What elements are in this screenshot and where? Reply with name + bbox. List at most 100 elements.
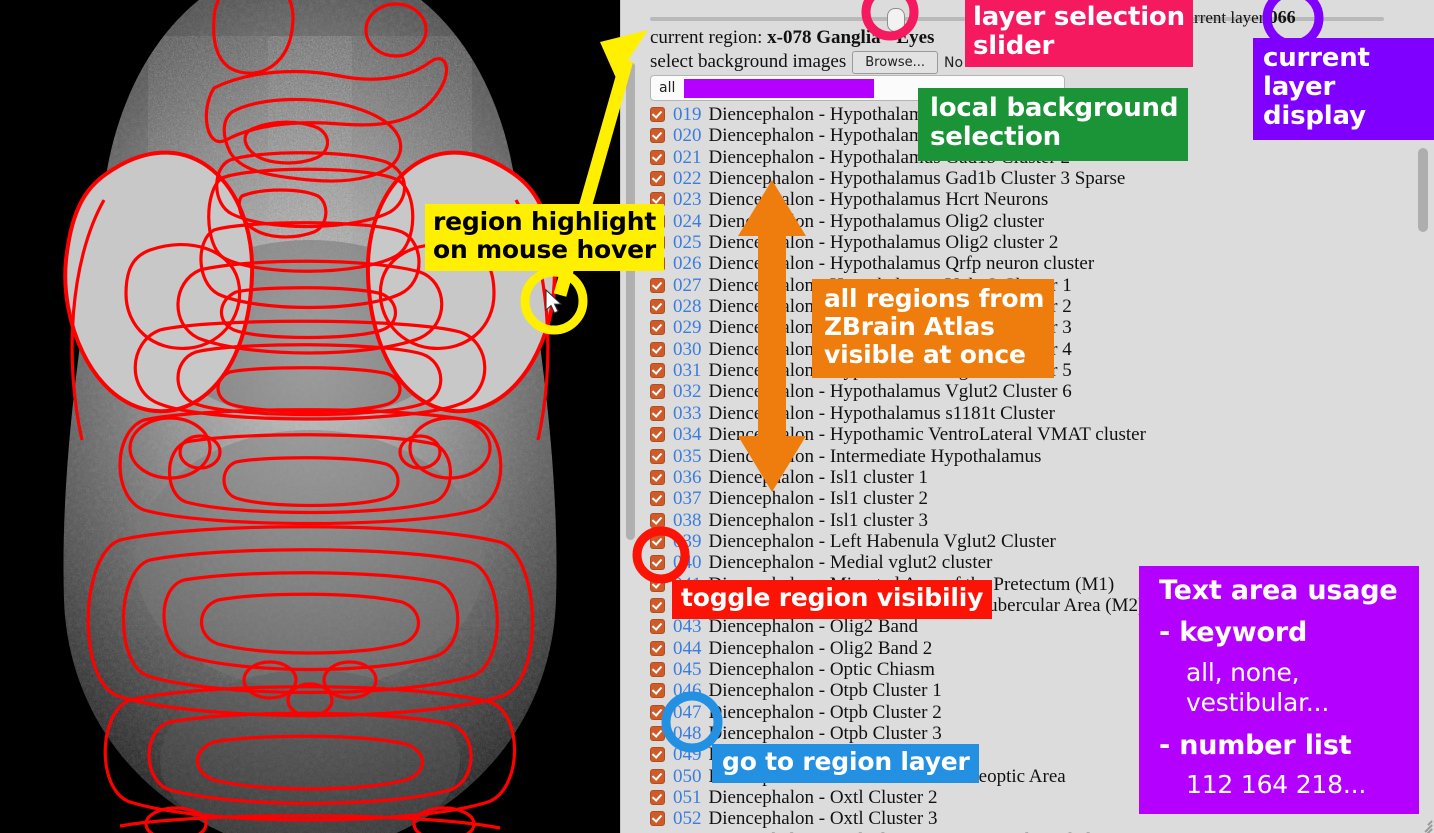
region-visibility-checkbox[interactable] bbox=[650, 512, 665, 528]
annotation-current-layer-line2: display bbox=[1263, 101, 1366, 132]
region-visibility-checkbox[interactable] bbox=[650, 491, 665, 507]
region-layer-link[interactable]: 040 bbox=[673, 552, 702, 573]
region-layer-link[interactable]: 028 bbox=[673, 296, 702, 317]
region-visibility-checkbox[interactable] bbox=[650, 107, 665, 122]
region-row[interactable]: 022 Diencephalon - Hypothalamus Gad1b Clu… bbox=[650, 168, 1410, 189]
region-visibility-checkbox[interactable] bbox=[650, 405, 665, 421]
region-visibility-checkbox[interactable] bbox=[650, 768, 665, 784]
region-row[interactable]: 035 Diencephalon - Intermediate Hypothala… bbox=[650, 446, 1410, 467]
region-visibility-checkbox[interactable] bbox=[650, 427, 665, 443]
region-visibility-checkbox[interactable] bbox=[650, 469, 665, 485]
region-name: Diencephalon - Intermediate Hypothalamus bbox=[708, 445, 1042, 467]
region-layer-link[interactable]: 052 bbox=[673, 808, 702, 829]
region-name: Diencephalon - Hypothalamus Vglut2 Clust… bbox=[708, 381, 1072, 403]
region-layer-link[interactable]: 047 bbox=[673, 702, 702, 723]
region-visibility-checkbox[interactable] bbox=[650, 363, 665, 379]
region-name: Diencephalon - Olig2 Band bbox=[708, 616, 918, 638]
region-layer-link[interactable]: 022 bbox=[673, 168, 702, 189]
region-layer-link[interactable]: 038 bbox=[673, 510, 702, 531]
region-layer-link[interactable]: 025 bbox=[673, 232, 702, 253]
annotation-textarea-usage: Text area usage - keyword all, none, ves… bbox=[1139, 566, 1419, 814]
region-layer-link[interactable]: 029 bbox=[673, 317, 702, 338]
region-row[interactable]: 026 Diencephalon - Hypothalamus Qrfp neur… bbox=[650, 253, 1410, 274]
region-visibility-checkbox[interactable] bbox=[650, 683, 665, 699]
resize-grip-icon[interactable] bbox=[1418, 817, 1433, 833]
region-visibility-checkbox[interactable] bbox=[650, 533, 665, 549]
region-visibility-checkbox[interactable] bbox=[650, 576, 665, 592]
region-row[interactable]: 033 Diencephalon - Hypothalamus s1181t Cl… bbox=[650, 403, 1410, 424]
region-layer-link[interactable]: 050 bbox=[673, 766, 702, 787]
image-panel-scrollbar-thumb[interactable] bbox=[626, 62, 635, 540]
region-layer-link[interactable]: 037 bbox=[673, 488, 702, 509]
region-row[interactable]: 024 Diencephalon - Hypothalamus Olig2 clu… bbox=[650, 211, 1410, 232]
region-row[interactable]: 037 Diencephalon - Isl1 cluster 2 bbox=[650, 488, 1410, 509]
annotation-all-regions-line2: ZBrain Atlas bbox=[824, 312, 995, 341]
region-layer-link[interactable]: 046 bbox=[673, 680, 702, 701]
region-name: Diencephalon - Medial vglut2 cluster bbox=[708, 552, 993, 574]
region-layer-link[interactable]: 045 bbox=[673, 659, 702, 680]
region-row[interactable]: 038 Diencephalon - Isl1 cluster 3 bbox=[650, 510, 1410, 531]
annotation-layer-slider: layer selection slider bbox=[965, 0, 1193, 68]
region-layer-link[interactable]: 048 bbox=[673, 723, 702, 744]
region-layer-link[interactable]: 032 bbox=[673, 381, 702, 402]
region-layer-link[interactable]: 030 bbox=[673, 339, 702, 360]
region-name: Diencephalon - Otpb Cluster 1 bbox=[708, 680, 942, 702]
region-layer-link[interactable]: 051 bbox=[673, 787, 702, 808]
region-visibility-checkbox[interactable] bbox=[650, 555, 665, 571]
keyword-input-selection bbox=[684, 79, 874, 98]
region-name: Diencephalon - Hypothalamus Olig2 cluste… bbox=[708, 232, 1059, 254]
region-visibility-checkbox[interactable] bbox=[650, 128, 665, 144]
region-row[interactable]: 023 Diencephalon - Hypothalamus Hcrt Neur… bbox=[650, 189, 1410, 210]
region-visibility-checkbox[interactable] bbox=[650, 619, 665, 635]
region-visibility-checkbox[interactable] bbox=[650, 811, 665, 827]
region-layer-link[interactable]: 026 bbox=[673, 253, 702, 274]
annotation-layer-slider-line2: slider bbox=[973, 31, 1055, 62]
region-layer-link[interactable]: 049 bbox=[673, 744, 702, 765]
region-layer-link[interactable]: 036 bbox=[673, 467, 702, 488]
region-visibility-checkbox[interactable] bbox=[650, 320, 665, 336]
region-row[interactable]: 034 Diencephalon - Hypothamic VentroLater… bbox=[650, 424, 1410, 445]
region-row[interactable]: 025 Diencephalon - Hypothalamus Olig2 clu… bbox=[650, 232, 1410, 253]
region-visibility-checkbox[interactable] bbox=[650, 149, 665, 165]
region-visibility-checkbox[interactable] bbox=[650, 725, 665, 741]
region-visibility-checkbox[interactable] bbox=[650, 341, 665, 357]
region-visibility-checkbox[interactable] bbox=[650, 448, 665, 464]
region-row[interactable]: 039 Diencephalon - Left Habenula Vglut2 C… bbox=[650, 531, 1410, 552]
current-region-label: current region: bbox=[650, 27, 763, 48]
region-layer-link[interactable]: 027 bbox=[673, 275, 702, 296]
annotation-local-background-line1: local background bbox=[930, 93, 1179, 123]
brain-atlas-image[interactable] bbox=[0, 0, 620, 833]
region-layer-link[interactable]: 023 bbox=[673, 189, 702, 210]
region-row[interactable]: 036 Diencephalon - Isl1 cluster 1 bbox=[650, 467, 1410, 488]
region-layer-link[interactable]: 035 bbox=[673, 446, 702, 467]
region-row[interactable]: 032 Diencephalon - Hypothalamus Vglut2 Cl… bbox=[650, 381, 1410, 402]
region-list-scrollbar-thumb[interactable] bbox=[1418, 148, 1428, 232]
browse-button[interactable]: Browse... bbox=[852, 51, 938, 75]
region-visibility-checkbox[interactable] bbox=[650, 747, 665, 763]
region-visibility-checkbox[interactable] bbox=[650, 597, 665, 613]
region-visibility-checkbox[interactable] bbox=[650, 704, 665, 720]
region-visibility-checkbox[interactable] bbox=[650, 277, 665, 293]
region-visibility-checkbox[interactable] bbox=[650, 790, 665, 805]
region-visibility-checkbox[interactable] bbox=[650, 384, 665, 400]
annotation-textarea-title: Text area usage bbox=[1159, 575, 1398, 606]
current-layer-readout: current layer 066 bbox=[1178, 7, 1296, 28]
region-visibility-checkbox[interactable] bbox=[650, 640, 665, 656]
brain-image-panel[interactable] bbox=[0, 0, 620, 833]
region-visibility-checkbox[interactable] bbox=[650, 299, 665, 315]
region-layer-link[interactable]: 044 bbox=[673, 638, 702, 659]
region-layer-link[interactable]: 039 bbox=[673, 531, 702, 552]
image-panel-scrollbar[interactable] bbox=[620, 0, 641, 833]
region-layer-link[interactable]: 020 bbox=[673, 125, 702, 146]
region-visibility-checkbox[interactable] bbox=[650, 661, 665, 677]
region-layer-link[interactable]: 034 bbox=[673, 424, 702, 445]
region-layer-link[interactable]: 019 bbox=[673, 104, 702, 125]
region-layer-link[interactable]: 021 bbox=[673, 147, 702, 168]
region-visibility-checkbox[interactable] bbox=[650, 171, 665, 187]
region-layer-link[interactable]: 024 bbox=[673, 211, 702, 232]
region-layer-link[interactable]: 043 bbox=[673, 616, 702, 637]
region-name: Diencephalon - Otpb Cluster 3 bbox=[708, 722, 942, 744]
current-region-value: x-078 Ganglia - Eyes bbox=[767, 27, 935, 48]
region-layer-link[interactable]: 031 bbox=[673, 360, 702, 381]
region-layer-link[interactable]: 033 bbox=[673, 403, 702, 424]
